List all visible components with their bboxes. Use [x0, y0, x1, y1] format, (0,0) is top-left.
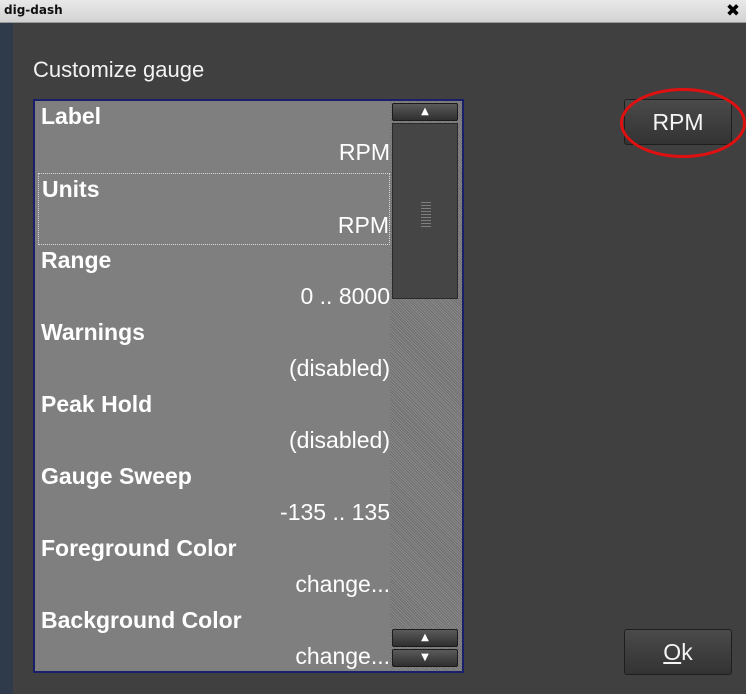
dialog-heading: Customize gauge [33, 57, 205, 82]
item-value: RPM [337, 212, 389, 238]
list-scrollbar[interactable]: ▲ ▲ ▼ [390, 101, 462, 671]
item-value: (disabled) [289, 427, 390, 453]
list-item-foreground-color[interactable]: Foreground Color change... [38, 533, 390, 605]
scrollbar-thumb[interactable] [392, 123, 458, 299]
item-value: -135 .. 135 [280, 499, 390, 525]
background-window-edge [0, 23, 13, 694]
close-icon[interactable]: ✖ [724, 0, 742, 22]
list-item-warnings[interactable]: Warnings (disabled) [38, 317, 390, 389]
item-name: Warnings [41, 319, 145, 345]
item-name: Peak Hold [41, 391, 153, 417]
item-name: Gauge Sweep [41, 463, 192, 489]
item-value: (disabled) [289, 355, 390, 381]
list-item-peak-hold[interactable]: Peak Hold (disabled) [38, 389, 390, 461]
list-item-label[interactable]: Label RPM [38, 101, 390, 173]
item-value: change... [295, 571, 390, 597]
thumb-grip-icon [421, 202, 431, 228]
list-item-range[interactable]: Range 0 .. 8000 [38, 245, 390, 317]
scroll-down-button[interactable]: ▼ [392, 649, 458, 667]
title-bar: dig-dash ✖ [0, 0, 746, 23]
item-value: RPM [338, 139, 390, 165]
item-value: 0 .. 8000 [300, 283, 390, 309]
item-name: Background Color [41, 607, 242, 633]
scroll-up-button[interactable]: ▲ [392, 629, 458, 647]
window-title: dig-dash [4, 3, 63, 17]
gauge-preview-button[interactable]: RPM [624, 99, 732, 145]
list-item-gauge-sweep[interactable]: Gauge Sweep -135 .. 135 [38, 461, 390, 533]
ok-button[interactable]: Ok [624, 629, 732, 675]
item-name: Label [41, 103, 102, 129]
ok-label-rest: k [681, 639, 693, 665]
ok-accelerator: O [663, 639, 682, 665]
scroll-up-top-button[interactable]: ▲ [392, 103, 458, 121]
item-name: Range [41, 247, 112, 273]
item-name: Foreground Color [41, 535, 237, 561]
gauge-settings-list: Label RPM Units RPM Range 0 .. 8000 Warn… [33, 99, 464, 673]
settings-list-items: Label RPM Units RPM Range 0 .. 8000 Warn… [38, 101, 390, 671]
item-value: change... [295, 643, 390, 669]
item-name: Units [42, 176, 100, 202]
list-item-units[interactable]: Units RPM [38, 173, 390, 245]
list-item-background-color[interactable]: Background Color change... [38, 605, 390, 671]
